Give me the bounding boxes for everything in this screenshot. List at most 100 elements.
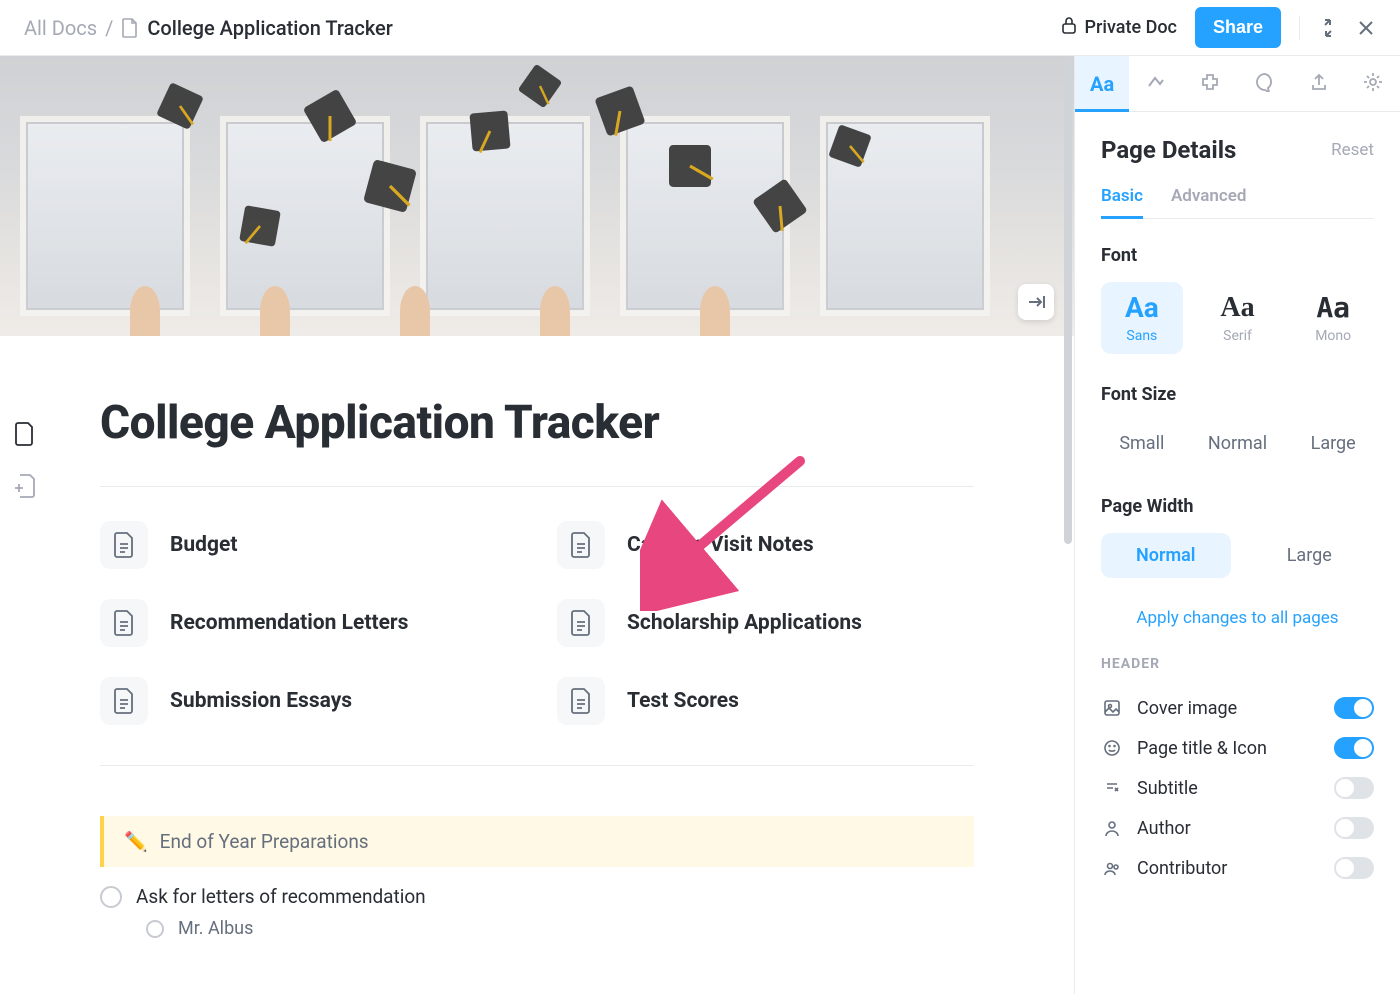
size-option-normal[interactable]: Normal — [1197, 421, 1279, 466]
document-icon — [121, 18, 139, 38]
subpage-link-campus-visit[interactable]: Campus Visit Notes — [557, 521, 974, 569]
smile-icon — [1101, 739, 1123, 757]
subtab-advanced[interactable]: Advanced — [1171, 186, 1247, 218]
reset-button[interactable]: Reset — [1331, 140, 1374, 160]
subpage-link-scores[interactable]: Test Scores — [557, 677, 974, 725]
main-layout: College Application Tracker Budget Campu… — [0, 56, 1400, 994]
subpage-label: Test Scores — [627, 689, 739, 713]
font-section-label: Font — [1101, 245, 1374, 266]
checkbox-icon[interactable] — [146, 920, 164, 938]
callout-block[interactable]: ✏️ End of Year Preparations — [100, 816, 974, 867]
checkbox-icon[interactable] — [100, 886, 122, 908]
lock-icon — [1061, 16, 1077, 39]
header-row-contributor: Contributor — [1101, 848, 1374, 888]
subpage-link-recommendation[interactable]: Recommendation Letters — [100, 599, 517, 647]
cover-illustration — [0, 56, 1074, 336]
font-option-mono[interactable]: Aa Mono — [1292, 282, 1374, 354]
header-row-label: Contributor — [1137, 858, 1320, 879]
subtab-basic[interactable]: Basic — [1101, 186, 1143, 218]
person-icon — [1101, 819, 1123, 837]
breadcrumb: All Docs / College Application Tracker — [24, 16, 393, 40]
document-area: College Application Tracker Budget Campu… — [0, 56, 1074, 994]
subpage-label: Submission Essays — [170, 689, 352, 713]
size-option-large[interactable]: Large — [1292, 421, 1374, 466]
font-size-options: Small Normal Large — [1101, 421, 1374, 466]
font-options: Aa Sans Aa Serif Aa Mono — [1101, 282, 1374, 354]
document-icon — [100, 599, 148, 647]
horizontal-rule — [100, 486, 974, 487]
breadcrumb-separator: / — [105, 16, 113, 40]
breadcrumb-root[interactable]: All Docs — [24, 16, 97, 40]
font-sample: Aa — [1125, 291, 1159, 324]
document-icon — [100, 521, 148, 569]
pencil-icon: ✏️ — [124, 830, 148, 853]
subpage-label: Scholarship Applications — [627, 611, 862, 635]
width-option-large[interactable]: Large — [1245, 533, 1375, 578]
tab-export[interactable] — [1292, 56, 1346, 111]
topbar-actions: Private Doc Share — [1061, 7, 1376, 48]
comment-icon — [1255, 72, 1275, 96]
size-option-small[interactable]: Small — [1101, 421, 1183, 466]
font-option-serif[interactable]: Aa Serif — [1197, 282, 1279, 354]
relations-icon — [1146, 72, 1166, 96]
header-row-author: Author — [1101, 808, 1374, 848]
header-row-label: Subtitle — [1137, 778, 1320, 799]
tab-relationships[interactable] — [1129, 56, 1183, 111]
close-icon[interactable] — [1356, 18, 1376, 38]
font-option-label: Mono — [1292, 328, 1374, 344]
document-icon — [557, 677, 605, 725]
subpage-label: Budget — [170, 533, 237, 557]
image-icon — [1101, 699, 1123, 717]
top-bar: All Docs / College Application Tracker P… — [0, 0, 1400, 56]
page-settings-icon[interactable] — [14, 421, 36, 451]
subpage-label: Recommendation Letters — [170, 611, 408, 635]
task-item[interactable]: Ask for letters of recommendation — [100, 885, 974, 908]
page-width-options: Normal Large — [1101, 533, 1374, 578]
subtask-item[interactable]: Mr. Albus — [146, 918, 974, 939]
export-icon — [1309, 72, 1329, 96]
document-content: College Application Tracker Budget Campu… — [0, 336, 1074, 979]
panel-title: Page Details — [1101, 136, 1236, 164]
font-sample: Aa — [1316, 291, 1350, 324]
collapse-icon[interactable] — [1318, 18, 1338, 38]
tab-typography[interactable]: Aa — [1075, 56, 1129, 111]
document-icon — [557, 599, 605, 647]
tab-plugins[interactable] — [1183, 56, 1237, 111]
header-row-label: Author — [1137, 818, 1320, 839]
tab-comments[interactable] — [1238, 56, 1292, 111]
subpage-link-budget[interactable]: Budget — [100, 521, 517, 569]
header-row-label: Cover image — [1137, 698, 1320, 719]
subtask-label: Mr. Albus — [178, 918, 253, 939]
cover-collapse-button[interactable] — [1018, 284, 1054, 320]
header-row-title-icon: Page title & Icon — [1101, 728, 1374, 768]
font-sample: Aa — [1220, 292, 1254, 323]
typography-icon: Aa — [1090, 72, 1114, 96]
toggle-cover[interactable] — [1334, 697, 1374, 719]
breadcrumb-title[interactable]: College Application Tracker — [147, 16, 393, 40]
gear-icon — [1363, 72, 1383, 96]
privacy-indicator[interactable]: Private Doc — [1061, 16, 1177, 39]
subpage-label: Campus Visit Notes — [627, 533, 814, 557]
horizontal-rule — [100, 765, 974, 766]
subpage-grid: Budget Campus Visit Notes Recommendation… — [100, 521, 974, 725]
toggle-title-icon[interactable] — [1334, 737, 1374, 759]
subpage-link-essays[interactable]: Submission Essays — [100, 677, 517, 725]
width-option-normal[interactable]: Normal — [1101, 533, 1231, 578]
header-row-cover: Cover image — [1101, 688, 1374, 728]
doc-gutter — [14, 421, 36, 503]
privacy-label: Private Doc — [1085, 17, 1177, 38]
page-title[interactable]: College Application Tracker — [100, 396, 974, 450]
tab-settings[interactable] — [1346, 56, 1400, 111]
callout-text: End of Year Preparations — [160, 830, 369, 853]
toggle-author[interactable] — [1334, 817, 1374, 839]
share-button[interactable]: Share — [1195, 7, 1281, 48]
toggle-subtitle[interactable] — [1334, 777, 1374, 799]
add-block-icon[interactable] — [14, 473, 36, 503]
toggle-contributor[interactable] — [1334, 857, 1374, 879]
subpage-link-scholarship[interactable]: Scholarship Applications — [557, 599, 974, 647]
task-label: Ask for letters of recommendation — [136, 885, 426, 908]
cover-image[interactable] — [0, 56, 1074, 336]
font-option-label: Serif — [1197, 328, 1279, 344]
font-option-sans[interactable]: Aa Sans — [1101, 282, 1183, 354]
apply-all-link[interactable]: Apply changes to all pages — [1101, 608, 1374, 628]
